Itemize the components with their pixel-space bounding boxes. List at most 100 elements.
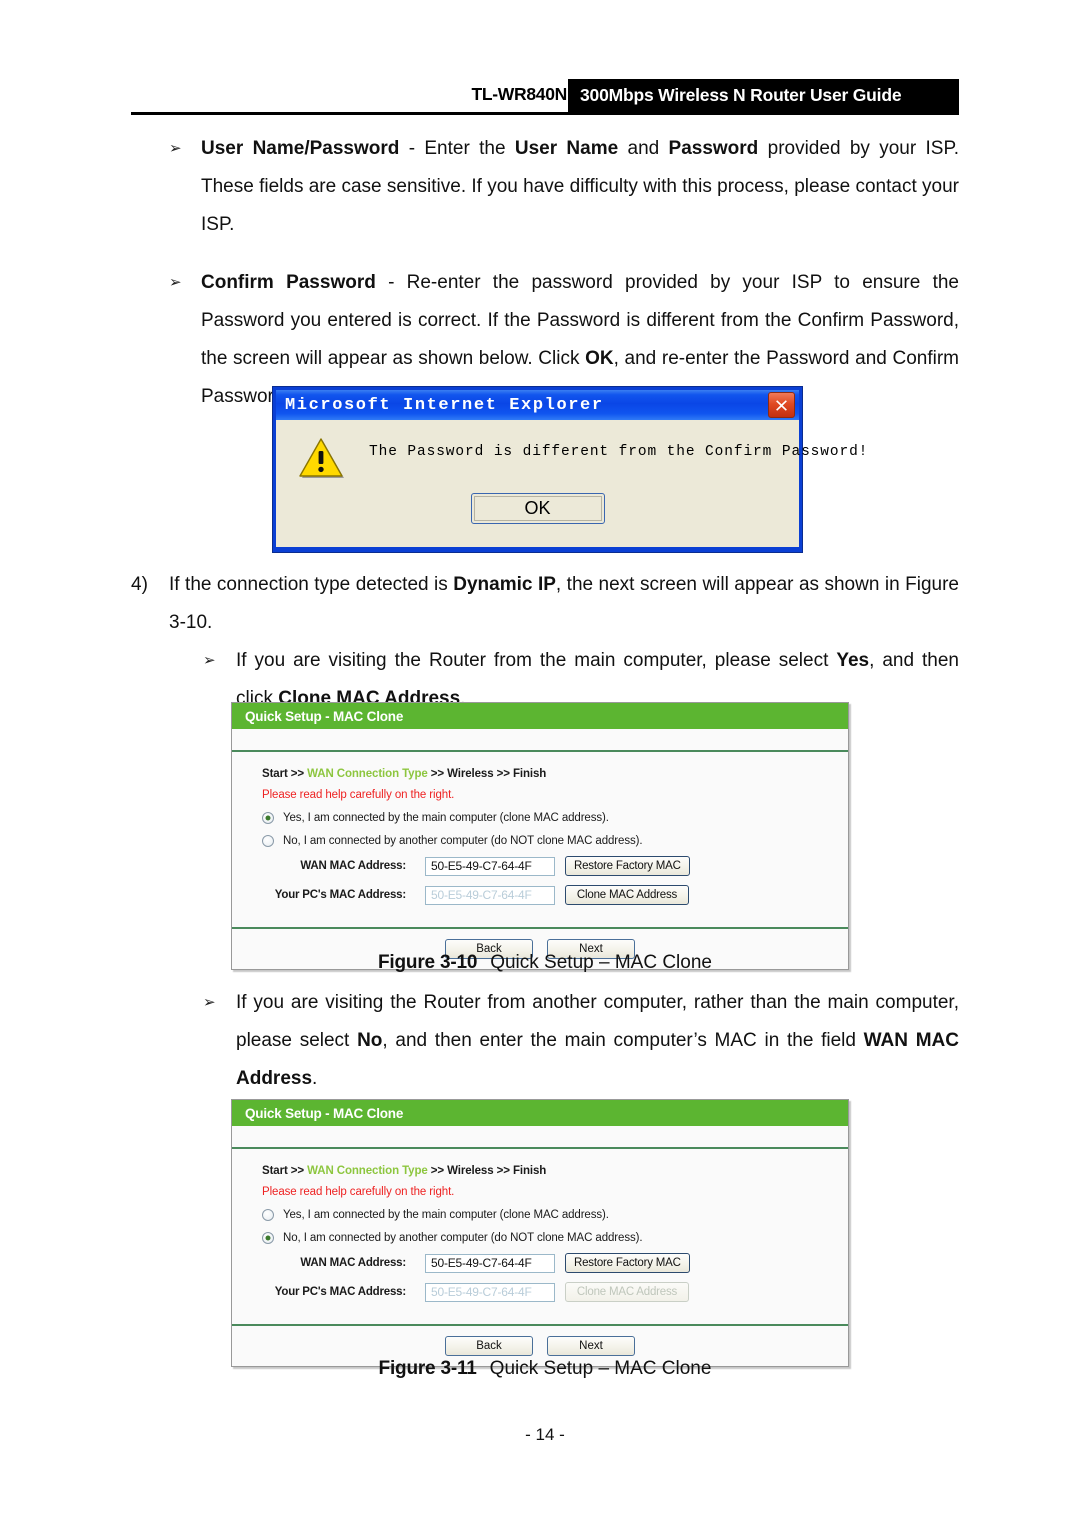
breadcrumb-start: Start — [262, 768, 288, 780]
panel-title: Quick Setup - MAC Clone — [245, 1105, 404, 1121]
term-dynamic-ip: Dynamic IP — [453, 574, 556, 595]
router-ui-panel-figure-3-10: Quick Setup - MAC Clone Start >> WAN Con… — [231, 702, 849, 970]
panel-subheader — [232, 729, 848, 752]
text-3a: If you are visiting the Router from the … — [236, 650, 837, 671]
radio-yes-icon[interactable] — [262, 1209, 274, 1221]
panel-titlebar: Quick Setup - MAC Clone — [232, 1100, 848, 1126]
your-pc-mac-address-label: Your PC's MAC Address: — [274, 889, 406, 901]
back-button[interactable]: Back — [445, 1336, 533, 1356]
figure-title: Quick Setup – MAC Clone — [489, 1358, 712, 1379]
wan-mac-address-input[interactable]: 50-E5-49-C7-64-4F — [425, 1253, 555, 1273]
dash-2: - — [375, 272, 407, 293]
radio-no-label: No, I am connected by another computer (… — [283, 1232, 643, 1244]
panel-body: Start >> WAN Connection Type >> Wireless… — [232, 1149, 848, 1366]
bullet-arrow-icon: ➢ — [169, 274, 182, 291]
next-button[interactable]: Next — [547, 1336, 635, 1356]
field-row-wan-mac: WAN MAC Address: 50-E5-49-C7-64-4F Resto… — [232, 1253, 848, 1273]
panel-titlebar: Quick Setup - MAC Clone — [232, 703, 848, 729]
list-number-4: 4) — [131, 574, 148, 595]
text-5b: , and then enter the main computer’s MAC… — [382, 1030, 864, 1051]
radio-yes-icon[interactable] — [262, 812, 274, 824]
term-no: No — [357, 1030, 383, 1051]
radio-no-icon[interactable] — [262, 835, 274, 847]
bullet-arrow-icon: ➢ — [203, 994, 216, 1011]
dialog-titlebar[interactable]: Microsoft Internet Explorer — [276, 390, 799, 420]
field-row-pc-mac: Your PC's MAC Address: 50-E5-49-C7-64-4F… — [232, 885, 848, 905]
your-pc-mac-address-label: Your PC's MAC Address: — [274, 1286, 406, 1298]
wan-mac-address-label: WAN MAC Address: — [300, 1257, 406, 1269]
field-row-wan-mac: WAN MAC Address: 50-E5-49-C7-64-4F Resto… — [232, 856, 848, 876]
header-divider — [131, 112, 959, 115]
breadcrumb: Start >> WAN Connection Type >> Wireless… — [232, 1165, 848, 1177]
paragraph-visit-from-another-computer: ➢ If you are visiting the Router from an… — [131, 984, 959, 1098]
restore-factory-mac-button[interactable]: Restore Factory MAC — [565, 1253, 690, 1273]
text-1a: Enter the — [424, 138, 515, 159]
panel-body: Start >> WAN Connection Type >> Wireless… — [232, 752, 848, 969]
breadcrumb-sep-2: >> — [427, 768, 448, 780]
figure-title: Quick Setup – MAC Clone — [490, 952, 712, 973]
figure-number: Figure 3-11 — [378, 1358, 477, 1379]
radio-option-no[interactable]: No, I am connected by another computer (… — [232, 835, 848, 847]
dialog-title: Microsoft Internet Explorer — [285, 395, 604, 415]
wan-mac-address-input[interactable]: 50-E5-49-C7-64-4F — [425, 856, 555, 876]
paragraph-item-4: 4) If the connection type detected is Dy… — [131, 566, 959, 642]
page-footer: - 14 - — [131, 1425, 959, 1445]
breadcrumb-wireless: Wireless — [447, 1165, 494, 1177]
breadcrumb-wan-connection-type: WAN Connection Type — [307, 768, 428, 780]
document-content-2: 4) If the connection type detected is Dy… — [131, 566, 959, 718]
breadcrumb-wan-connection-type: WAN Connection Type — [307, 1165, 428, 1177]
restore-factory-mac-button[interactable]: Restore Factory MAC — [565, 856, 690, 876]
header-model-name: TL-WR840N — [471, 84, 568, 104]
text-5c: . — [312, 1068, 318, 1089]
paragraph-user-name-password: ➢ User Name/Password - Enter the User Na… — [131, 130, 959, 244]
term-ok: OK — [585, 348, 614, 369]
field-row-pc-mac: Your PC's MAC Address: 50-E5-49-C7-64-4F… — [232, 1282, 848, 1302]
breadcrumb: Start >> WAN Connection Type >> Wireless… — [232, 768, 848, 780]
text-1b: and — [618, 138, 669, 159]
clone-mac-address-button[interactable]: Clone MAC Address — [565, 885, 689, 905]
breadcrumb-sep-1: >> — [287, 1165, 308, 1177]
document-content: ➢ User Name/Password - Enter the User Na… — [131, 130, 959, 416]
dialog-body: The Password is different from the Confi… — [276, 420, 867, 547]
breadcrumb-sep-3: >> — [493, 768, 513, 780]
dialog-message: The Password is different from the Confi… — [369, 444, 869, 460]
breadcrumb-sep-1: >> — [287, 768, 308, 780]
clone-mac-address-button: Clone MAC Address — [565, 1282, 689, 1302]
dialog-ok-button[interactable]: OK — [470, 493, 605, 524]
term-password: Password — [668, 138, 759, 159]
radio-option-yes[interactable]: Yes, I am connected by the main computer… — [232, 812, 848, 824]
help-note: Please read help carefully on the right. — [262, 1186, 455, 1198]
panel-subheader — [232, 1126, 848, 1149]
panel-title: Quick Setup - MAC Clone — [245, 708, 404, 724]
bullet-arrow-icon: ➢ — [203, 652, 216, 669]
breadcrumb-finish: Finish — [512, 1165, 547, 1177]
figure-caption-3-11: Figure 3-11 Quick Setup – MAC Clone — [131, 1358, 959, 1380]
breadcrumb-start: Start — [262, 1165, 288, 1177]
radio-no-icon[interactable] — [262, 1232, 274, 1244]
term-user-name-password: User Name/Password — [201, 138, 400, 159]
router-ui-panel-figure-3-11: Quick Setup - MAC Clone Start >> WAN Con… — [231, 1099, 849, 1367]
dash-1: - — [399, 138, 425, 159]
bullet-arrow-icon: ➢ — [169, 140, 182, 157]
text-4a: If the connection type detected is — [169, 574, 454, 595]
figure-number: Figure 3-10 — [378, 952, 478, 973]
warning-triangle-icon — [298, 437, 344, 479]
radio-yes-label: Yes, I am connected by the main computer… — [283, 812, 609, 824]
figure-caption-3-10: Figure 3-10 Quick Setup – MAC Clone — [131, 952, 959, 974]
radio-option-yes[interactable]: Yes, I am connected by the main computer… — [232, 1209, 848, 1221]
page-number: - 14 - — [525, 1425, 565, 1444]
radio-option-no[interactable]: No, I am connected by another computer (… — [232, 1232, 848, 1244]
term-yes: Yes — [836, 650, 870, 671]
header-banner-title: 300Mbps Wireless N Router User Guide — [568, 79, 959, 112]
breadcrumb-finish: Finish — [512, 768, 547, 780]
page-header: TL-WR840N 300Mbps Wireless N Router User… — [131, 79, 959, 116]
help-note: Please read help carefully on the right. — [262, 789, 455, 801]
radio-no-label: No, I am connected by another computer (… — [283, 835, 643, 847]
radio-yes-label: Yes, I am connected by the main computer… — [283, 1209, 609, 1221]
breadcrumb-wireless: Wireless — [447, 768, 494, 780]
breadcrumb-sep-3: >> — [493, 1165, 513, 1177]
term-user-name: User Name — [514, 138, 619, 159]
document-content-3: ➢ If you are visiting the Router from an… — [131, 984, 959, 1098]
close-icon[interactable] — [768, 392, 795, 418]
